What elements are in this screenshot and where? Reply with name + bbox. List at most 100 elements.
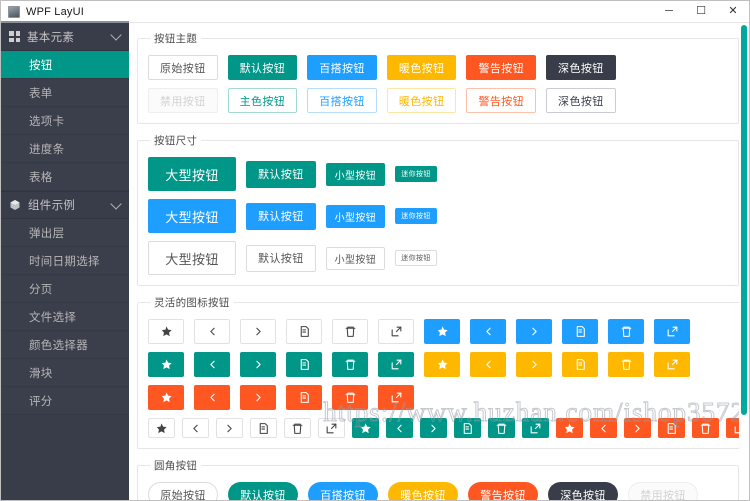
- icon-button-star-icon[interactable]: [424, 319, 460, 344]
- sidebar-item-表格[interactable]: 表格: [1, 163, 129, 191]
- button-大型按钮[interactable]: 大型按钮: [148, 157, 236, 191]
- button-深色按钮[interactable]: 深色按钮: [548, 482, 618, 501]
- button-默认按钮[interactable]: 默认按钮: [246, 160, 316, 188]
- icon-button-note-edit-icon[interactable]: [250, 418, 277, 438]
- icon-button-note-edit-icon[interactable]: [562, 352, 598, 377]
- icon-button-external-link-icon[interactable]: [378, 352, 414, 377]
- icon-button-note-edit-icon[interactable]: [286, 385, 322, 410]
- icon-button-star-icon[interactable]: [352, 418, 379, 438]
- icon-button-trash-icon[interactable]: [284, 418, 311, 438]
- button-默认按钮[interactable]: 默认按钮: [246, 244, 316, 272]
- sidebar-item-颜色选择器[interactable]: 颜色选择器: [1, 331, 129, 359]
- icon-button-chevron-left-icon[interactable]: [590, 418, 617, 438]
- icon-button-trash-icon[interactable]: [488, 418, 515, 438]
- icon-button-trash-icon[interactable]: [608, 352, 644, 377]
- button-原始按钮[interactable]: 原始按钮: [148, 55, 218, 80]
- icon-button-trash-icon[interactable]: [332, 385, 368, 410]
- icon-button-chevron-left-icon[interactable]: [470, 319, 506, 344]
- button-主色按钮[interactable]: 主色按钮: [227, 88, 298, 113]
- sidebar-item-按钮[interactable]: 按钮: [1, 51, 129, 79]
- button-百搭按钮[interactable]: 百搭按钮: [307, 88, 377, 113]
- button-小型按钮[interactable]: 小型按钮: [325, 246, 386, 270]
- icon-button-external-link-icon[interactable]: [654, 319, 690, 344]
- icon-button-chevron-left-icon[interactable]: [470, 352, 506, 377]
- sidebar-item-滑块[interactable]: 滑块: [1, 359, 129, 387]
- icon-button-note-edit-icon[interactable]: [286, 352, 322, 377]
- sidebar-item-分页[interactable]: 分页: [1, 275, 129, 303]
- sidebar-item-弹出层[interactable]: 弹出层: [1, 219, 129, 247]
- button-迷你按钮[interactable]: 迷你按钮: [395, 208, 437, 224]
- icon-button-trash-icon[interactable]: [692, 418, 719, 438]
- button-label: 深色按钮: [560, 489, 606, 501]
- chevron-down-icon[interactable]: [110, 29, 122, 41]
- button-警告按钮[interactable]: 警告按钮: [466, 88, 537, 113]
- icon-button-trash-icon[interactable]: [332, 352, 368, 377]
- icon-button-external-link-icon[interactable]: [654, 352, 690, 377]
- sidebar-item-评分[interactable]: 评分: [1, 387, 129, 415]
- icon-button-trash-icon[interactable]: [608, 319, 644, 344]
- minimize-button[interactable]: ─: [653, 1, 685, 23]
- button-默认按钮[interactable]: 默认按钮: [228, 482, 298, 500]
- icon-button-star-icon[interactable]: [148, 418, 175, 438]
- icon-button-note-edit-icon[interactable]: [454, 418, 481, 438]
- button-大型按钮[interactable]: 大型按钮: [148, 199, 236, 233]
- icon-button-star-icon[interactable]: [148, 319, 184, 344]
- icon-button-external-link-icon[interactable]: [522, 418, 549, 438]
- button-警告按钮[interactable]: 警告按钮: [466, 55, 537, 80]
- icon-button-note-edit-icon[interactable]: [658, 418, 685, 438]
- icon-button-chevron-right-icon[interactable]: [624, 418, 651, 438]
- section-icon-buttons: 灵活的图标按钮: [137, 295, 749, 449]
- button-原始按钮[interactable]: 原始按钮: [148, 482, 218, 500]
- button-百搭按钮[interactable]: 百搭按钮: [308, 482, 378, 500]
- button-暖色按钮[interactable]: 暖色按钮: [386, 55, 457, 80]
- icon-button-chevron-left-icon[interactable]: [194, 385, 230, 410]
- button-默认按钮[interactable]: 默认按钮: [227, 55, 298, 80]
- icon-button-external-link-icon[interactable]: [318, 418, 345, 438]
- icon-button-chevron-right-icon[interactable]: [240, 385, 276, 410]
- sidebar-item-表单[interactable]: 表单: [1, 79, 129, 107]
- button-百搭按钮[interactable]: 百搭按钮: [307, 55, 377, 80]
- sidebar-item-进度条[interactable]: 进度条: [1, 135, 129, 163]
- sidebar-item-文件选择[interactable]: 文件选择: [1, 303, 129, 331]
- button-大型按钮[interactable]: 大型按钮: [148, 241, 236, 275]
- icon-button-note-edit-icon[interactable]: [286, 319, 322, 344]
- icon-button-star-icon[interactable]: [556, 418, 583, 438]
- content-scrollbar[interactable]: [739, 23, 749, 500]
- button-默认按钮[interactable]: 默认按钮: [246, 202, 316, 230]
- icon-button-note-edit-icon[interactable]: [562, 319, 598, 344]
- icon-button-star-icon[interactable]: [148, 385, 184, 410]
- icon-button-chevron-left-icon[interactable]: [194, 319, 230, 344]
- icon-button-chevron-right-icon[interactable]: [240, 319, 276, 344]
- sidebar-group-header-1[interactable]: 组件示例: [1, 191, 129, 219]
- button-小型按钮[interactable]: 小型按钮: [325, 204, 386, 228]
- chevron-down-icon[interactable]: [110, 197, 122, 210]
- button-暖色按钮[interactable]: 暖色按钮: [386, 88, 457, 113]
- icon-button-external-link-icon[interactable]: [378, 385, 414, 410]
- icon-button-external-link-icon[interactable]: [378, 319, 414, 344]
- icon-button-chevron-left-icon[interactable]: [194, 352, 230, 377]
- button-深色按钮[interactable]: 深色按钮: [546, 88, 616, 113]
- icon-button-chevron-right-icon[interactable]: [516, 319, 552, 344]
- icon-button-trash-icon[interactable]: [332, 319, 368, 344]
- icon-button-chevron-right-icon[interactable]: [240, 352, 276, 377]
- sidebar-group-header-0[interactable]: 基本元素: [1, 23, 129, 51]
- sidebar-item-选项卡[interactable]: 选项卡: [1, 107, 129, 135]
- icon-button-chevron-left-icon[interactable]: [386, 418, 413, 438]
- close-button[interactable]: ✕: [717, 1, 749, 23]
- button-暖色按钮[interactable]: 暖色按钮: [388, 482, 458, 500]
- icon-button-chevron-right-icon[interactable]: [420, 418, 447, 438]
- icon-button-chevron-right-icon[interactable]: [516, 352, 552, 377]
- maximize-button[interactable]: ☐: [685, 1, 717, 23]
- scrollbar-thumb[interactable]: [741, 25, 747, 415]
- icon-button-star-icon[interactable]: [424, 352, 460, 377]
- button-迷你按钮[interactable]: 迷你按钮: [395, 166, 437, 182]
- button-小型按钮[interactable]: 小型按钮: [325, 162, 386, 186]
- button-深色按钮[interactable]: 深色按钮: [546, 55, 616, 80]
- sidebar-item-时间日期选择[interactable]: 时间日期选择: [1, 247, 129, 275]
- icon-button-chevron-right-icon[interactable]: [216, 418, 243, 438]
- icon-button-chevron-left-icon[interactable]: [182, 418, 209, 438]
- button-迷你按钮[interactable]: 迷你按钮: [395, 250, 437, 266]
- button-警告按钮[interactable]: 警告按钮: [468, 482, 538, 500]
- size-row-2: 大型按钮 默认按钮 小型按钮 迷你按钮: [148, 241, 728, 275]
- icon-button-star-icon[interactable]: [148, 352, 184, 377]
